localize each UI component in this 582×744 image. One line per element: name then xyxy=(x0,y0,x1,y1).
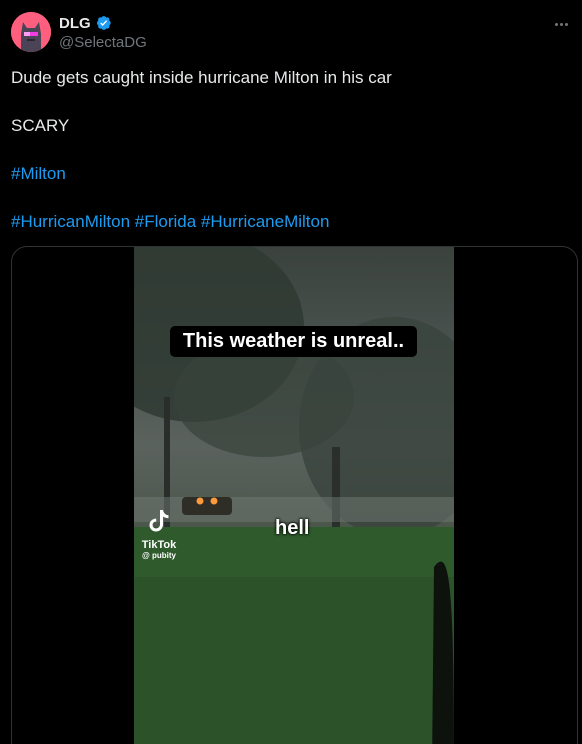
media-container[interactable]: This weather is unreal.. TikTok @ pubity… xyxy=(11,246,578,744)
tiktok-brand: TikTok xyxy=(141,539,177,551)
tweet-text: Dude gets caught inside hurricane Milton… xyxy=(11,66,571,234)
author-names: DLG @SelectaDG xyxy=(59,14,147,52)
tweet-header: DLG @SelectaDG xyxy=(11,12,571,52)
video-player[interactable]: This weather is unreal.. TikTok @ pubity… xyxy=(134,247,454,744)
tiktok-user: @ pubity xyxy=(141,551,177,560)
tweet-line-1: Dude gets caught inside hurricane Milton… xyxy=(11,68,392,87)
hashtag-link[interactable]: #Milton xyxy=(11,164,66,183)
tweet-post: DLG @SelectaDG Dude gets caught inside h… xyxy=(0,0,582,744)
more-options-icon[interactable] xyxy=(551,14,571,34)
verified-badge-icon xyxy=(94,14,112,32)
tiktok-icon xyxy=(149,510,169,532)
video-subtitle: hell xyxy=(275,517,310,539)
tweet-line-2: SCARY xyxy=(11,116,70,135)
tiktok-watermark: TikTok @ pubity xyxy=(139,509,179,560)
hashtag-link[interactable]: #HurricaneMilton xyxy=(201,212,330,231)
video-caption: This weather is unreal.. xyxy=(170,326,417,357)
video-frame xyxy=(134,247,454,744)
hashtag-link[interactable]: #Florida xyxy=(135,212,196,231)
author-display-name[interactable]: DLG xyxy=(59,15,91,32)
hashtag-link[interactable]: #HurricanMilton xyxy=(11,212,130,231)
author-handle[interactable]: @SelectaDG xyxy=(59,34,147,51)
cat-avatar-icon[interactable] xyxy=(11,12,51,52)
